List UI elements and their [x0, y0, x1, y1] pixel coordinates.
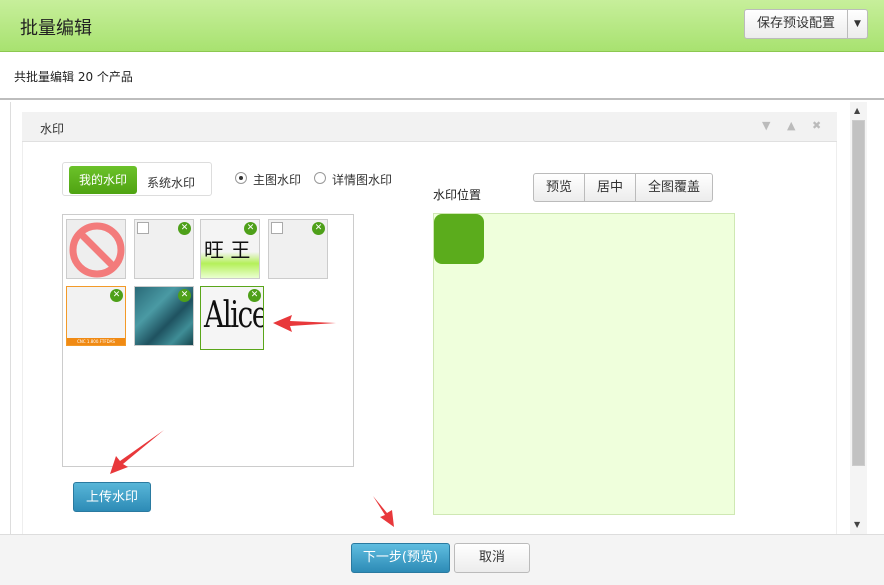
radio-main-image-label: 主图水印: [253, 173, 302, 187]
watermark-item-alice[interactable]: Alice ✕: [200, 286, 264, 350]
wangwang-text: 旺 王: [204, 238, 251, 262]
watermark-item-orange[interactable]: CNC 1.800.FTFDAS ✕: [66, 286, 126, 346]
full-cover-button[interactable]: 全图覆盖: [635, 173, 713, 202]
no-watermark-icon: [69, 222, 125, 278]
scroll-up-arrow-icon[interactable]: ▲: [854, 106, 860, 115]
scroll-down-arrow-icon[interactable]: ▼: [854, 520, 860, 529]
radio-detail-image[interactable]: [314, 172, 326, 184]
annotation-arrow-icon: [110, 430, 164, 474]
window-title: 批量编辑: [20, 18, 92, 39]
tab-system-watermark[interactable]: 系统水印: [147, 174, 195, 191]
broken-image-icon: [271, 222, 283, 234]
save-preset-dropdown-button[interactable]: ▼: [847, 9, 868, 39]
panel-close-icon[interactable]: ✖: [812, 119, 821, 132]
watermark-position-label: 水印位置: [433, 188, 482, 202]
delete-icon[interactable]: ✕: [178, 289, 191, 302]
product-count-text: 共批量编辑 20 个产品: [14, 70, 133, 84]
delete-icon[interactable]: ✕: [248, 289, 261, 302]
watermark-item-none[interactable]: [66, 219, 126, 279]
radio-detail-image-label: 详情图水印: [332, 173, 393, 187]
tab-my-watermark[interactable]: 我的水印: [69, 166, 137, 194]
collapse-down-icon[interactable]: ▼: [762, 119, 770, 132]
delete-icon[interactable]: ✕: [178, 222, 191, 235]
next-preview-button[interactable]: 下一步(预览): [351, 543, 450, 573]
watermark-item-broken-2[interactable]: ✕: [268, 219, 328, 279]
broken-image-icon: [137, 222, 149, 234]
annotation-arrow-icon: [273, 315, 336, 332]
watermark-item-sea[interactable]: ✕: [134, 286, 194, 346]
delete-icon[interactable]: ✕: [110, 289, 123, 302]
preview-position-button[interactable]: 预览: [533, 173, 585, 202]
orange-banner-text: CNC 1.800.FTFDAS: [67, 338, 125, 345]
collapse-up-icon[interactable]: ▲: [787, 119, 795, 132]
delete-icon[interactable]: ✕: [312, 222, 325, 235]
cancel-button[interactable]: 取消: [454, 543, 530, 573]
center-position-button[interactable]: 居中: [584, 173, 636, 202]
caret-down-icon: ▼: [854, 19, 861, 29]
save-preset-button[interactable]: 保存预设配置: [744, 9, 848, 39]
annotation-arrow-icon: [373, 496, 394, 527]
watermark-item-broken-1[interactable]: ✕: [134, 219, 194, 279]
vertical-scrollbar[interactable]: ▲ ▼: [850, 102, 867, 534]
delete-icon[interactable]: ✕: [244, 222, 257, 235]
watermark-position-handle[interactable]: [434, 214, 484, 264]
watermark-item-wangwang[interactable]: 旺 王 ✕: [200, 219, 260, 279]
watermark-panel-header: 水印 ▼ ▲ ✖: [22, 112, 837, 142]
scrollbar-thumb[interactable]: [852, 120, 865, 466]
panel-title: 水印: [40, 122, 65, 136]
top-toolbar: 共批量编辑 20 个产品: [0, 52, 884, 100]
upload-watermark-button[interactable]: 上传水印: [73, 482, 151, 512]
radio-main-image[interactable]: [235, 172, 247, 184]
